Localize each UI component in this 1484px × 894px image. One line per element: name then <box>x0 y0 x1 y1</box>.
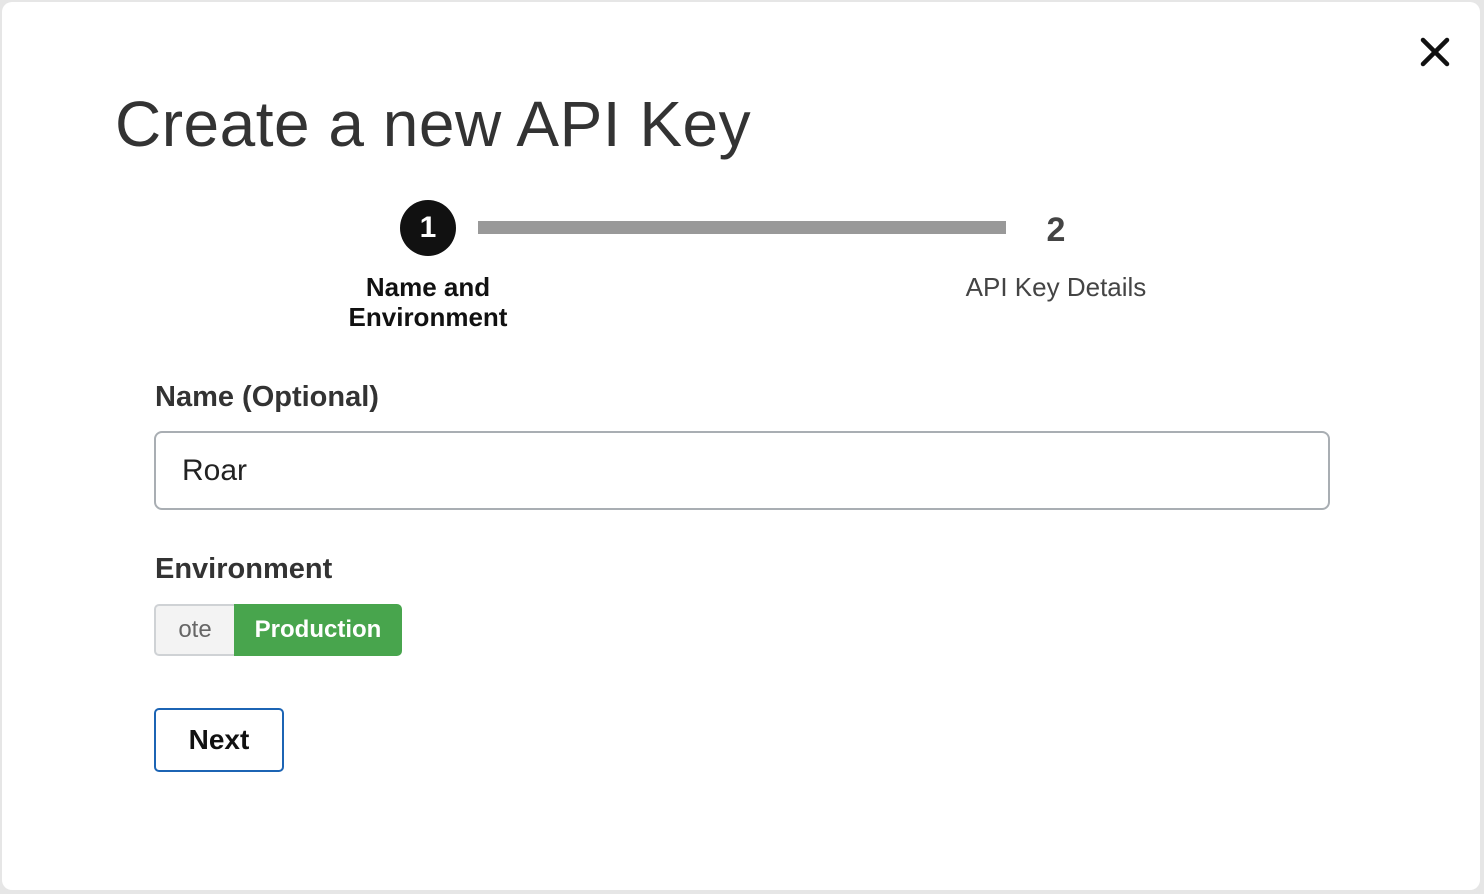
step-1-indicator: 1 <box>400 200 456 256</box>
name-input[interactable] <box>154 431 1330 510</box>
next-button[interactable]: Next <box>154 708 284 772</box>
step-2-indicator: 2 <box>1046 211 1066 249</box>
close-icon <box>1420 37 1450 67</box>
modal-title: Create a new API Key <box>115 88 752 160</box>
environment-field-label: Environment <box>155 553 333 585</box>
step-2-label: API Key Details <box>965 272 1147 302</box>
step-progress-bar <box>478 221 1006 234</box>
create-api-key-modal: Create a new API Key 1 2 Name and Enviro… <box>2 2 1480 890</box>
step-1-label: Name and Environment <box>348 272 508 332</box>
environment-option-production[interactable]: Production <box>234 604 402 656</box>
close-button[interactable] <box>1415 32 1455 72</box>
environment-toggle: ote Production <box>154 604 402 656</box>
environment-option-ote[interactable]: ote <box>154 604 234 656</box>
name-field-label: Name (Optional) <box>155 381 379 413</box>
